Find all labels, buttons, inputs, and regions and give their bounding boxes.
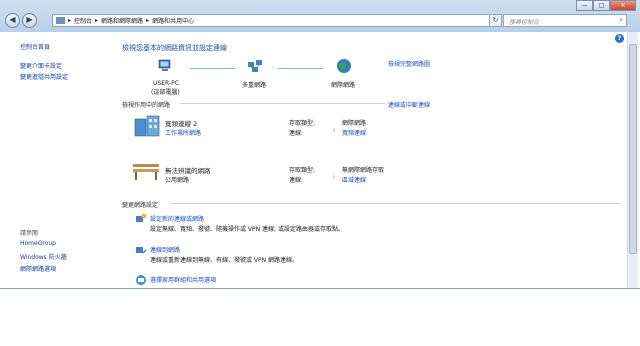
new-connection-icon [136, 213, 147, 222]
homegroup-icon [136, 275, 146, 285]
maximize-button[interactable]: □ [593, 0, 610, 11]
breadcrumb-separator: ▸ [95, 17, 99, 24]
full-map-link[interactable]: 檢視完整網路圖 [388, 59, 430, 68]
vertical-scrollbar[interactable] [627, 32, 638, 288]
back-button[interactable]: ◀ [5, 13, 20, 28]
sidebar-item-firewall[interactable]: Windows 防火牆 [20, 252, 67, 261]
network-2-name: 無法辨識的網路 [165, 167, 211, 175]
network-1-name: 寬頻連線 2 [165, 120, 198, 128]
refresh-button[interactable]: ↻ [489, 14, 502, 27]
active-networks-heading: 檢視作用中的網路 [122, 102, 171, 109]
map-connector [278, 68, 323, 69]
map-computer-name: USER-PC [153, 80, 179, 87]
setup-connection-link[interactable]: 設定新的連線或網路 [150, 214, 204, 223]
network-1-access-label: 存取類型: [289, 120, 316, 127]
control-panel-icon [56, 17, 65, 24]
setup-connection-desc: 設定無線、寬頻、撥號、隨機操作或 VPN 連線; 或設定路由器或存取點。 [150, 226, 344, 233]
multiple-networks-icon [248, 60, 262, 72]
sidebar: 控制台首頁 變更介面卡設定 變更進階共用設定 請參閱 HomeGroup Win… [0, 32, 115, 288]
see-also-heading: 請參閱 [20, 230, 39, 237]
title-bar: — □ ✕ ◀ ▶ ▸ 控制台 ▸ 網路和網際網路 ▸ 網路和共用中心 ↻ 搜尋… [0, 0, 640, 32]
sidebar-item-home[interactable]: 控制台首頁 [20, 42, 50, 51]
network-1-access-value: 網際網路 [342, 120, 367, 127]
network-1-type-link[interactable]: 工作場所網路 [165, 128, 201, 137]
search-placeholder: 搜尋控制台 [509, 19, 540, 26]
help-icon[interactable]: ? [615, 34, 624, 43]
breadcrumb-network-center[interactable]: 網路和共用中心 [152, 16, 194, 25]
connection-icon: ⁞ [333, 174, 335, 181]
window-controls: — □ ✕ [576, 0, 636, 11]
forward-button[interactable]: ▶ [22, 13, 37, 28]
map-multiple-networks: 多重網路 [242, 82, 267, 89]
connection-icon: ⁞ [333, 127, 335, 134]
bench-icon [133, 164, 159, 180]
divider [180, 103, 385, 104]
network-1-conn-label: 連線: [289, 130, 304, 137]
sidebar-item-adapter-settings[interactable]: 變更介面卡設定 [20, 61, 62, 70]
map-internet: 網際網路 [331, 82, 356, 89]
connect-to-network-desc: 連線或重新連線到無線、有線、撥號或 VPN 網路連線。 [150, 257, 299, 264]
homegroup-sharing-link[interactable]: 選擇家用群組和共用選項 [150, 275, 216, 284]
main-content: 檢視您基本的網路資訊並設定連線 檢視完整網路圖 USER-PC (這部電腦) 多… [115, 32, 625, 288]
sidebar-item-advanced-sharing[interactable]: 變更進階共用設定 [20, 72, 68, 81]
map-connector [190, 68, 235, 69]
breadcrumb-separator: ▸ [146, 17, 150, 24]
network-2-type: 公用網路 [165, 177, 190, 184]
network-2-access-label: 存取類型: [289, 167, 316, 174]
network-2-access-value: 無網際網路存取 [342, 167, 385, 174]
close-button[interactable]: ✕ [610, 0, 636, 11]
scrollbar-thumb[interactable] [629, 44, 637, 254]
sidebar-item-internet-options[interactable]: 網際網路選項 [20, 264, 56, 273]
change-settings-heading: 變更網路設定 [122, 202, 159, 209]
search-input[interactable]: 搜尋控制台 ⌕ [503, 14, 627, 27]
connect-to-network-link[interactable]: 連線到網路 [150, 245, 180, 254]
address-bar[interactable]: ▸ 控制台 ▸ 網路和網際網路 ▸ 網路和共用中心 [52, 14, 491, 27]
map-computer-sub: (這部電腦) [151, 89, 180, 96]
breadcrumb-network-internet[interactable]: 網路和網際網路 [101, 16, 143, 25]
network-2-conn-link[interactable]: 區域連線 [342, 175, 366, 184]
network-2-conn-label: 連線: [289, 177, 304, 184]
divider [170, 203, 620, 204]
breadcrumb-separator: ▸ [68, 17, 72, 24]
minimize-button[interactable]: — [576, 0, 593, 11]
connect-network-icon [136, 247, 147, 254]
computer-icon [158, 59, 171, 71]
breadcrumb-control-panel[interactable]: 控制台 [74, 16, 92, 25]
network-1-conn-link[interactable]: 寬頻連線 [342, 128, 366, 137]
sidebar-item-homegroup[interactable]: HomeGroup [20, 240, 56, 247]
page-title: 檢視您基本的網路資訊並設定連線 [122, 44, 227, 52]
window: — □ ✕ ◀ ▶ ▸ 控制台 ▸ 網路和網際網路 ▸ 網路和共用中心 ↻ 搜尋… [0, 0, 640, 289]
connect-disconnect-link[interactable]: 連線或中斷連線 [388, 100, 430, 109]
search-icon[interactable]: ⌕ [619, 16, 623, 25]
globe-icon [337, 59, 351, 73]
work-network-icon [134, 115, 160, 137]
